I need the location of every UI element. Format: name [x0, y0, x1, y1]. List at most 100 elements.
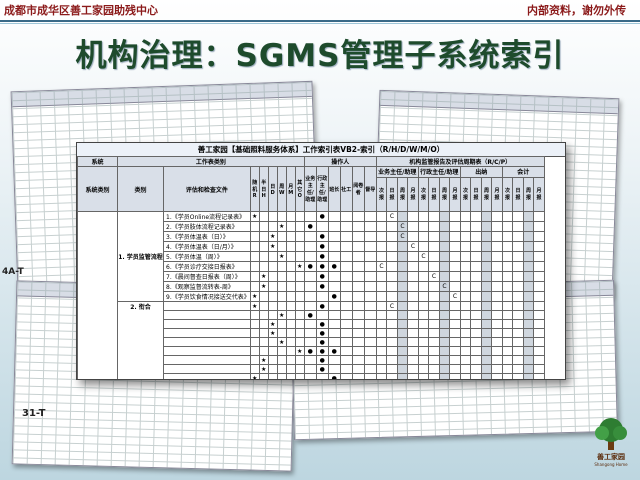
freq-cell	[267, 373, 278, 379]
report-cell	[417, 261, 430, 272]
report-cell	[522, 373, 535, 379]
report-cell	[512, 271, 524, 282]
operator-cell	[303, 271, 317, 282]
c-mark: C	[396, 221, 409, 232]
operator-cell	[351, 337, 365, 347]
report-cell	[417, 364, 430, 374]
operator-cell	[327, 319, 341, 329]
freq-cell	[258, 291, 269, 302]
header-report-subcol: 周报	[396, 176, 409, 213]
document-name	[163, 310, 251, 320]
sheet-caption: 善工家园【基础照料服务体系】工作索引表VB2-索引（R/H/D/W/M/O）	[77, 143, 565, 157]
document-name: 4.《学员体温表（日/月）》	[163, 241, 251, 252]
report-cell	[501, 355, 514, 365]
report-cell	[501, 328, 514, 338]
header-work-type: 工作表类别	[117, 156, 305, 167]
report-cell	[533, 319, 545, 329]
report-cell	[407, 271, 419, 282]
header-operator-role: 业务主任/助理	[303, 166, 317, 212]
operator-cell	[351, 251, 365, 262]
report-cell	[375, 271, 388, 282]
freq-cell	[249, 231, 260, 242]
freq-cell	[267, 211, 278, 222]
report-cell	[407, 221, 419, 232]
report-cell	[512, 355, 524, 365]
report-cell	[459, 319, 472, 329]
report-cell	[470, 310, 482, 320]
header-report-subcol: 日报	[428, 176, 440, 213]
report-cell	[491, 346, 503, 356]
report-cell	[417, 373, 430, 379]
operator-cell	[363, 364, 377, 374]
report-cell	[449, 310, 461, 320]
header-report-subcol: 日报	[512, 176, 524, 213]
report-cell	[386, 241, 398, 252]
report-cell	[375, 364, 388, 374]
report-cell	[533, 301, 545, 311]
freq-cell	[285, 328, 296, 338]
report-cell	[428, 319, 440, 329]
report-cell	[417, 328, 430, 338]
report-cell	[417, 355, 430, 365]
report-cell	[480, 310, 493, 320]
report-cell	[512, 346, 524, 356]
report-cell	[491, 319, 503, 329]
report-cell	[438, 211, 451, 222]
operator-cell	[363, 261, 377, 272]
operator-cell	[351, 241, 365, 252]
c-mark	[407, 328, 419, 338]
freq-cell	[285, 310, 296, 320]
report-cell	[459, 310, 472, 320]
operator-cell	[339, 231, 353, 242]
operator-cell	[327, 271, 341, 282]
report-cell	[533, 346, 545, 356]
operator-cell	[363, 251, 377, 262]
report-cell	[417, 301, 430, 311]
freq-cell	[285, 271, 296, 282]
report-cell	[407, 251, 419, 262]
header-operator-role: 班长	[327, 166, 341, 212]
report-cell	[428, 346, 440, 356]
operator-cell	[351, 328, 365, 338]
document-name	[163, 301, 251, 311]
report-cell	[470, 221, 482, 232]
freq-cell	[294, 328, 305, 338]
report-cell	[533, 231, 545, 242]
report-cell	[480, 251, 493, 262]
header-supervision: 机构监管报告及评估周期表（R/C/P）	[375, 156, 545, 167]
report-cell	[522, 337, 535, 347]
c-mark: C	[375, 261, 388, 272]
report-cell	[438, 337, 451, 347]
dot-mark: ●	[315, 346, 329, 356]
report-cell	[386, 328, 398, 338]
dot-mark: ●	[315, 337, 329, 347]
freq-cell	[285, 373, 296, 379]
report-cell	[491, 281, 503, 292]
report-cell	[459, 281, 472, 292]
report-cell	[501, 281, 514, 292]
logo-text: 善工家园	[597, 453, 625, 461]
operator-cell	[339, 328, 353, 338]
operator-cell	[303, 231, 317, 242]
report-cell	[491, 328, 503, 338]
operator-cell	[351, 319, 365, 329]
operator-cell	[339, 346, 353, 356]
dot-mark: ●	[315, 355, 329, 365]
report-cell	[428, 231, 440, 242]
report-cell	[491, 291, 503, 302]
star-mark: ★	[276, 310, 287, 320]
report-cell	[386, 319, 398, 329]
report-cell	[375, 281, 388, 292]
header-report-subcol: 次报	[375, 176, 388, 213]
dot-mark: ●	[315, 241, 329, 252]
report-cell	[407, 355, 419, 365]
report-cell	[512, 373, 524, 379]
document-name: 7.《晨间督查日报表（周）》	[163, 271, 251, 282]
report-cell	[533, 310, 545, 320]
header-report-subcol: 月报	[491, 176, 503, 213]
c-mark: C	[386, 301, 398, 311]
report-cell	[512, 291, 524, 302]
header-freq: 其它O	[294, 166, 305, 212]
report-cell	[438, 241, 451, 252]
report-cell	[512, 261, 524, 272]
